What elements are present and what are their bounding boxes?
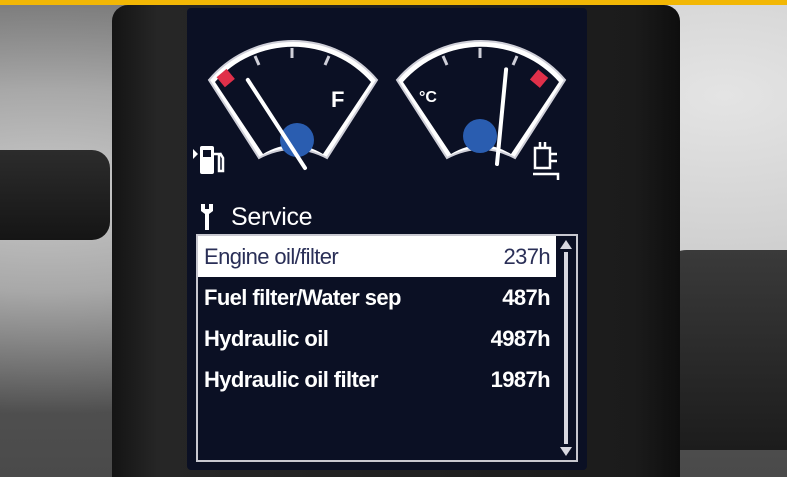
scroll-track[interactable] xyxy=(564,252,568,444)
fuel-pump-icon xyxy=(193,146,225,174)
service-item-name: Fuel filter/Water sep xyxy=(204,284,401,310)
service-list: Engine oil/filter 237h Fuel filter/Water… xyxy=(198,236,556,400)
mount-bracket-left xyxy=(0,150,110,240)
fuel-gauge: F xyxy=(207,40,379,170)
temperature-gauge-hub xyxy=(463,119,497,153)
service-item-name: Hydraulic oil filter xyxy=(204,366,378,392)
service-item-hours: 237h xyxy=(503,243,550,269)
scroll-down-arrow-icon[interactable] xyxy=(560,447,572,456)
service-item-hours: 4987h xyxy=(490,325,551,351)
service-item-hours: 1987h xyxy=(490,366,551,392)
fuel-gauge-full-label: F xyxy=(331,87,344,112)
service-item-hydraulic-oil-filter[interactable]: Hydraulic oil filter 1987h xyxy=(198,359,556,400)
service-item-fuel-filter-water-sep[interactable]: Fuel filter/Water sep 487h xyxy=(198,277,556,318)
scroll-up-arrow-icon[interactable] xyxy=(560,240,572,249)
gauges-area: F °C xyxy=(193,40,567,180)
service-list-panel: Engine oil/filter 237h Fuel filter/Water… xyxy=(196,234,578,462)
service-item-name: Engine oil/filter xyxy=(204,243,339,269)
display-screen: F °C Service Engine oil/filter 237h Fuel… xyxy=(187,8,587,470)
list-scrollbar[interactable] xyxy=(560,240,572,456)
temperature-gauge-unit-label: °C xyxy=(419,89,437,106)
service-item-hours: 487h xyxy=(502,284,550,310)
wrench-icon xyxy=(201,204,213,230)
service-title: Service xyxy=(231,202,313,231)
service-item-hydraulic-oil[interactable]: Hydraulic oil 4987h xyxy=(198,318,556,359)
service-item-engine-oil-filter[interactable]: Engine oil/filter 237h xyxy=(198,236,556,277)
service-item-name: Hydraulic oil xyxy=(204,325,329,351)
engine-oil-temperature-icon xyxy=(533,142,560,180)
service-header: Service xyxy=(197,201,313,233)
